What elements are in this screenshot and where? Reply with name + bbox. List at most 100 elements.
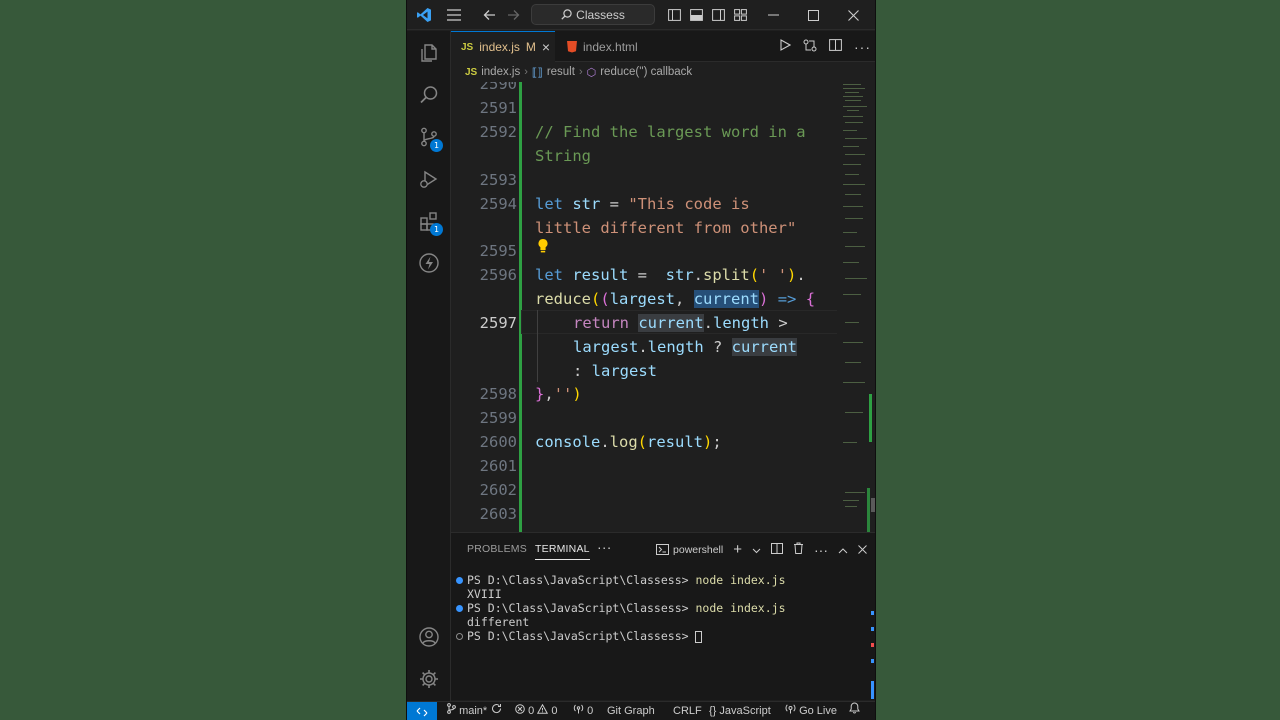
git-branch[interactable]: main* bbox=[447, 702, 487, 720]
line-number: 2595 bbox=[479, 242, 517, 260]
code-line: },'') bbox=[535, 385, 582, 403]
customize-layout-icon[interactable] bbox=[731, 0, 749, 30]
editor-tabs: JS index.js M × index.html ··· bbox=[451, 31, 875, 62]
terminal-line: XVIII bbox=[467, 587, 502, 601]
terminal-line: PS D:\Class\JavaScript\Classess> node in… bbox=[455, 573, 865, 587]
panel-actions: powershell + ··· bbox=[656, 541, 867, 558]
tab-modified-indicator: M bbox=[525, 40, 536, 54]
back-arrow-icon[interactable] bbox=[479, 0, 499, 30]
lightbulb-icon[interactable] bbox=[537, 238, 551, 256]
end-of-line-selector[interactable]: CRLF bbox=[673, 702, 702, 720]
close-panel-icon[interactable] bbox=[858, 543, 867, 557]
split-terminal-icon[interactable] bbox=[771, 542, 783, 557]
split-editor-icon[interactable] bbox=[829, 39, 842, 54]
line-number-gutter: 2590 2591 2592 2593 2594 2595 2596 2597 … bbox=[451, 82, 517, 532]
close-window-icon[interactable] bbox=[841, 0, 865, 30]
panel-more-icon[interactable]: ··· bbox=[597, 539, 612, 555]
editor-actions: ··· bbox=[780, 31, 871, 62]
terminal-output[interactable]: PS D:\Class\JavaScript\Classess> node in… bbox=[455, 573, 865, 643]
terminal-line: different bbox=[467, 615, 530, 629]
command-center-search[interactable]: Classess bbox=[531, 4, 655, 25]
breadcrumb-file[interactable]: index.js bbox=[481, 66, 520, 78]
panel-tabs: PROBLEMS TERMINAL ··· powershell + ··· bbox=[451, 533, 875, 567]
background-right bbox=[876, 0, 1280, 720]
ports-indicator[interactable]: 0 bbox=[573, 702, 593, 720]
status-bar: main* 0 0 0 Git Graph CRLF {} JavaScript… bbox=[407, 701, 875, 720]
trash-icon[interactable] bbox=[793, 542, 804, 557]
extensions-icon[interactable]: 1 bbox=[407, 201, 451, 241]
lightning-extension-icon[interactable] bbox=[407, 243, 451, 283]
source-control-icon[interactable]: 1 bbox=[407, 117, 451, 157]
maximize-icon[interactable] bbox=[801, 0, 825, 30]
line-number: 2603 bbox=[479, 505, 517, 523]
line-number: 2600 bbox=[479, 433, 517, 451]
settings-gear-icon[interactable] bbox=[407, 659, 451, 699]
code-line: let result = str.split(' '). bbox=[535, 266, 806, 284]
sync-icon[interactable] bbox=[491, 702, 502, 720]
toggle-primary-sidebar-icon[interactable] bbox=[665, 0, 683, 30]
line-number: 2602 bbox=[479, 481, 517, 499]
title-bar: Classess bbox=[407, 0, 875, 30]
toggle-panel-icon[interactable] bbox=[687, 0, 705, 30]
remote-indicator-icon[interactable] bbox=[407, 702, 437, 720]
toggle-secondary-sidebar-icon[interactable] bbox=[709, 0, 727, 30]
line-number: 2593 bbox=[479, 171, 517, 189]
antenna-icon bbox=[573, 704, 584, 714]
branch-icon bbox=[447, 703, 456, 714]
code-editor[interactable]: 2590 2591 2592 2593 2594 2595 2596 2597 … bbox=[451, 82, 875, 532]
activity-bar: 1 1 bbox=[407, 31, 451, 701]
shell-name: powershell bbox=[673, 543, 724, 556]
extensions-badge: 1 bbox=[430, 223, 443, 236]
breadcrumb-symbol-callback[interactable]: reduce('') callback bbox=[600, 66, 692, 78]
code-line: largest.length ? current bbox=[573, 338, 797, 356]
terminal-cursor bbox=[695, 630, 703, 643]
tab-index-html[interactable]: index.html bbox=[557, 31, 657, 62]
javascript-file-icon: JS bbox=[461, 41, 474, 53]
breadcrumb-symbol-result[interactable]: result bbox=[547, 66, 575, 78]
run-code-icon[interactable] bbox=[780, 39, 792, 54]
tab-label: index.js bbox=[479, 40, 520, 54]
terminal-scrollbar-markers bbox=[871, 611, 874, 699]
new-terminal-icon[interactable]: + bbox=[733, 541, 742, 558]
method-symbol-icon: ⬡ bbox=[586, 66, 597, 79]
more-actions-icon[interactable]: ··· bbox=[854, 39, 871, 55]
breadcrumb-separator-icon: › bbox=[524, 66, 528, 78]
breadcrumb-separator-icon: › bbox=[578, 66, 583, 78]
scrollbar-change-marker bbox=[867, 488, 870, 532]
explorer-icon[interactable] bbox=[407, 33, 451, 73]
chevron-down-icon[interactable] bbox=[752, 543, 761, 557]
variable-symbol-icon: ⟦⟧ bbox=[531, 66, 543, 79]
tab-index-js[interactable]: JS index.js M × bbox=[451, 31, 555, 62]
minimap[interactable] bbox=[837, 82, 875, 532]
tab-problems[interactable]: PROBLEMS bbox=[467, 543, 527, 555]
code-line: little different from other" bbox=[535, 219, 797, 237]
minimize-icon[interactable] bbox=[761, 0, 785, 30]
tab-terminal[interactable]: TERMINAL bbox=[535, 543, 590, 560]
javascript-file-icon: JS bbox=[465, 66, 478, 78]
vscode-window: Classess 1 1 JS index.js M × index.html … bbox=[406, 0, 876, 720]
line-number: 2592 bbox=[479, 123, 517, 141]
run-debug-icon[interactable] bbox=[407, 159, 451, 199]
problems-indicator[interactable]: 0 0 bbox=[515, 702, 557, 720]
search-icon bbox=[561, 9, 572, 20]
compare-changes-icon[interactable] bbox=[803, 39, 817, 55]
notifications-bell-icon[interactable] bbox=[849, 702, 860, 720]
braces-icon: {} bbox=[709, 705, 717, 717]
menu-icon[interactable] bbox=[443, 0, 465, 30]
scrollbar-thumb[interactable] bbox=[871, 498, 875, 512]
indent-guide bbox=[537, 310, 538, 382]
tab-close-icon[interactable]: × bbox=[542, 39, 550, 55]
accounts-icon[interactable] bbox=[407, 617, 451, 657]
code-line: // Find the largest word in a bbox=[535, 123, 806, 141]
go-live-button[interactable]: Go Live bbox=[785, 702, 837, 720]
search-text: Classess bbox=[576, 7, 625, 22]
language-mode-selector[interactable]: {} JavaScript bbox=[709, 702, 771, 720]
forward-arrow-icon[interactable] bbox=[503, 0, 523, 30]
more-actions-icon[interactable]: ··· bbox=[814, 542, 828, 558]
git-graph-button[interactable]: Git Graph bbox=[607, 702, 655, 720]
terminal-shell-selector[interactable]: powershell bbox=[656, 544, 723, 556]
search-view-icon[interactable] bbox=[407, 75, 451, 115]
broadcast-icon bbox=[785, 704, 796, 714]
code-line: let str = "This code is bbox=[535, 195, 750, 213]
maximize-panel-icon[interactable] bbox=[838, 543, 848, 557]
